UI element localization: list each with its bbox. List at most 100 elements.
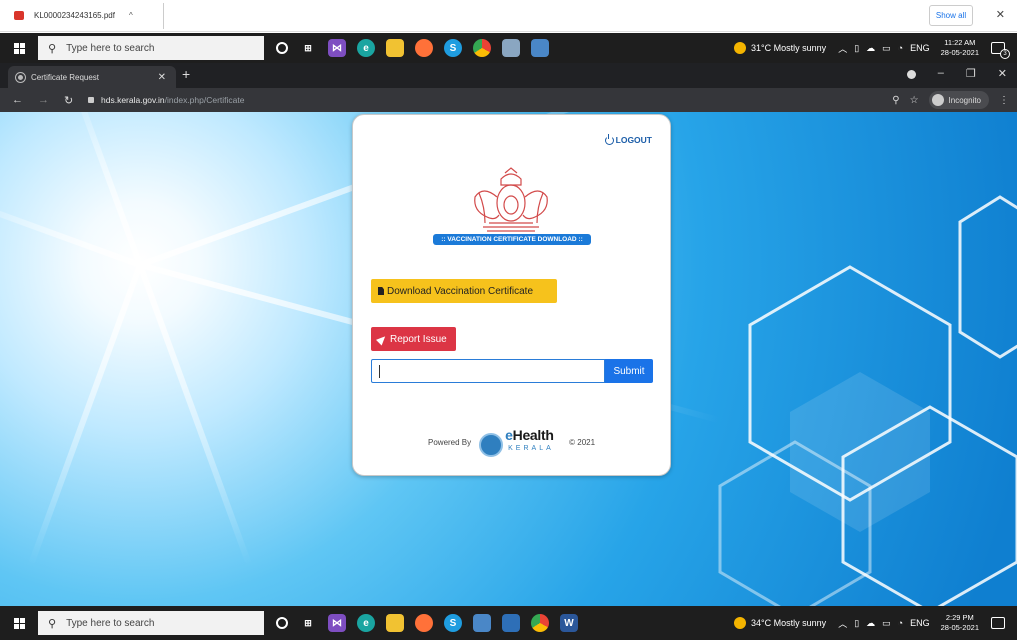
skype-icon[interactable]: S (444, 614, 462, 632)
cloud-icon[interactable]: ☁ (866, 43, 875, 54)
show-all-button[interactable]: Show all (929, 5, 973, 26)
clock-date: 28-05-2021 (940, 623, 979, 632)
download-file-name[interactable]: KL0000234243165.pdf (34, 11, 115, 20)
word-icon[interactable]: W (560, 614, 578, 632)
download-certificate-label: Download Vaccination Certificate (387, 285, 534, 297)
windows-start-icon[interactable] (4, 33, 34, 63)
download-item[interactable]: KL0000234243165.pdf ^ (14, 2, 164, 29)
chevron-up-icon[interactable]: ︿ (838, 617, 847, 630)
file-explorer-icon[interactable] (386, 39, 404, 57)
report-issue-button[interactable]: Report Issue (371, 327, 456, 351)
back-arrow-icon[interactable]: ← (12, 94, 26, 106)
display-icon[interactable]: ▭ (882, 618, 891, 629)
search-icon: ⚲ (48, 617, 57, 630)
chevron-up-icon[interactable]: ^ (129, 11, 133, 20)
profile-icon[interactable] (906, 70, 916, 79)
edge-icon[interactable]: e (357, 39, 375, 57)
ehealth-emblem-icon (479, 433, 504, 457)
url-path: /index.php/Certificate (164, 95, 245, 105)
close-window-button[interactable]: ✕ (998, 67, 1007, 80)
forward-arrow-icon[interactable]: → (38, 94, 52, 106)
task-view-icon[interactable]: ⊞ (299, 39, 317, 57)
firefox-icon[interactable] (415, 614, 433, 632)
taskbar-pinned-apps: ⊞ ⋈ e S W (276, 614, 578, 632)
reload-icon[interactable]: ↻ (64, 94, 78, 107)
minimize-button[interactable]: – (938, 67, 944, 80)
new-tab-button[interactable]: + (182, 66, 190, 82)
taskbar-bottom: ⚲ Type here to search ⊞ ⋈ e S W 34°C Mos… (0, 606, 1017, 640)
download-certificate-button[interactable]: Download Vaccination Certificate (371, 279, 557, 303)
network-icon[interactable]: ◔ (898, 43, 903, 53)
battery-icon[interactable]: ▯ (854, 618, 859, 629)
skype-icon[interactable]: S (444, 39, 462, 57)
language-indicator[interactable]: ENG (910, 43, 930, 53)
notifications-icon[interactable]: 3 (991, 42, 1010, 59)
book-app-icon[interactable] (531, 39, 549, 57)
star-icon[interactable]: ☆ (910, 95, 919, 106)
incognito-label: Incognito (948, 95, 981, 105)
taskbar-pinned-apps: ⊞ ⋈ e S (276, 39, 549, 57)
zoom-search-icon[interactable]: ⚲ (892, 95, 899, 106)
file-icon (378, 287, 384, 295)
task-view-icon[interactable]: ⊞ (299, 614, 317, 632)
chrome-icon[interactable] (473, 39, 491, 57)
clock[interactable]: 11:22 AM 28-05-2021 (941, 38, 979, 58)
windows-start-icon[interactable] (4, 608, 34, 638)
notifications-icon[interactable] (991, 617, 1005, 629)
close-tab-icon[interactable]: ✕ (158, 72, 166, 83)
language-indicator[interactable]: ENG (910, 618, 930, 628)
clock[interactable]: 2:29 PM 28-05-2021 (941, 613, 979, 633)
powered-by-label: Powered By (428, 437, 472, 447)
hexagon-shape (790, 372, 930, 532)
logout-button[interactable]: LOGOUT (604, 133, 652, 145)
vaccination-banner: :: VACCINATION CERTIFICATE DOWNLOAD :: (433, 234, 591, 245)
ehealth-wordmark: eHealth (505, 427, 554, 443)
chrome-icon[interactable] (531, 614, 549, 632)
taskbar-search-placeholder: Type here to search (66, 617, 155, 629)
chevron-up-icon[interactable]: ︿ (838, 42, 847, 55)
edge-icon[interactable]: e (357, 614, 375, 632)
search-icon: ⚲ (48, 42, 57, 55)
tab-certificate-request[interactable]: Certificate Request ✕ (8, 66, 176, 88)
visual-studio-icon[interactable]: ⋈ (328, 614, 346, 632)
cloud-icon[interactable]: ☁ (866, 618, 875, 629)
pdf-file-icon (14, 11, 24, 20)
lock-icon[interactable] (88, 97, 94, 103)
submit-button[interactable]: Submit (605, 359, 653, 383)
app-icon[interactable] (502, 39, 520, 57)
firefox-icon[interactable] (415, 39, 433, 57)
cortana-icon[interactable] (276, 617, 288, 629)
report-issue-label: Report Issue (390, 333, 447, 345)
clock-time: 2:29 PM (945, 613, 974, 622)
tab-title: Certificate Request (31, 72, 100, 82)
ehealth-kerala-logo: eHealth KERALA (479, 425, 565, 459)
browser-toolbar-right: ⚲ ☆ Incognito ⋮ (892, 91, 1009, 109)
menu-kebab-icon[interactable]: ⋮ (999, 95, 1009, 106)
issue-input[interactable] (371, 359, 605, 383)
clock-time: 11:22 AM (944, 38, 976, 47)
display-icon[interactable]: ▭ (882, 43, 891, 54)
file-explorer-icon[interactable] (386, 614, 404, 632)
book-app-icon[interactable] (473, 614, 491, 632)
visual-studio-icon[interactable]: ⋈ (328, 39, 346, 57)
page-background: LOGOUT :: VACCINATION CERTIFICATE DOWNLO… (0, 112, 1017, 606)
cortana-icon[interactable] (276, 42, 288, 54)
battery-icon[interactable]: ▯ (854, 43, 859, 54)
photos-app-icon[interactable] (502, 614, 520, 632)
ehealth-kerala-text: KERALA (508, 445, 554, 452)
url-host: hds.kerala.gov.in (101, 95, 165, 105)
taskbar-search[interactable]: ⚲ Type here to search (38, 611, 264, 635)
close-download-bar-button[interactable]: ✕ (996, 8, 1005, 21)
weather-text[interactable]: 34°C Mostly sunny (751, 618, 826, 628)
taskbar-search[interactable]: ⚲ Type here to search (38, 36, 264, 60)
certificate-card: LOGOUT :: VACCINATION CERTIFICATE DOWNLO… (352, 114, 671, 476)
weather-text[interactable]: 31°C Mostly sunny (751, 43, 826, 53)
restore-button[interactable]: ❐ (966, 67, 976, 80)
incognito-badge[interactable]: Incognito (928, 91, 989, 109)
address-bar-row: ← → ↻ hds.kerala.gov.in /index.php/Certi… (0, 88, 1017, 112)
system-tray: 31°C Mostly sunny ︿ ▯ ☁ ▭ ◔ ENG 11:22 AM… (734, 33, 1017, 63)
network-icon[interactable]: ◔ (898, 618, 903, 628)
clock-date: 28-05-2021 (940, 48, 979, 57)
weather-sun-icon (734, 617, 747, 629)
url-field[interactable]: hds.kerala.gov.in /index.php/Certificate (88, 95, 245, 105)
